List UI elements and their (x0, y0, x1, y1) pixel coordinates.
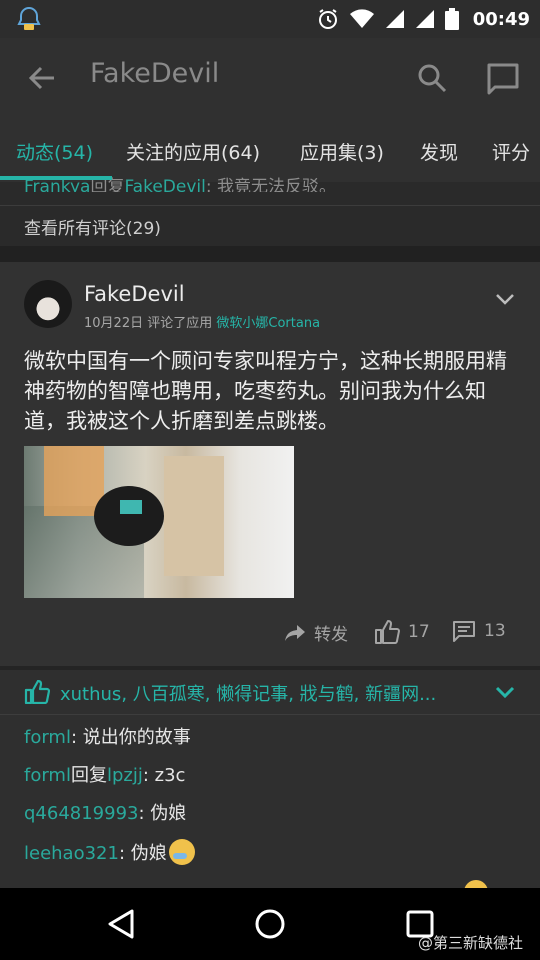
list-item: forml: 说出你的故事 (24, 723, 191, 749)
clock: 00:49 (472, 8, 530, 30)
app-link[interactable]: 微软小娜Cortana (216, 316, 320, 331)
like-count: 17 (408, 622, 430, 642)
wifi-icon (349, 9, 374, 28)
tab-activity[interactable]: 动态(54) (16, 138, 93, 165)
emoji-icon (168, 839, 195, 865)
chevron-down-icon[interactable] (494, 684, 516, 702)
post-card: FakeDevil 10月22日 评论了应用 微软小娜Cortana 微软中国有… (0, 262, 540, 666)
tab-ratings[interactable]: 评分 (492, 138, 530, 165)
comment-user[interactable]: q464819993 (24, 803, 139, 824)
comment-text: : 伪娘 (138, 803, 187, 824)
comment-text: : 伪娘 (118, 843, 167, 864)
comments-list: forml: 说出你的故事 forml回复lpzjj: z3c q4648199… (0, 715, 540, 889)
search-icon[interactable] (416, 62, 448, 94)
comment-user[interactable]: forml (24, 765, 71, 786)
signal-icon-2 (415, 10, 434, 28)
avatar[interactable] (24, 280, 72, 328)
navigation-bar: @第三新缺德社 (0, 888, 540, 960)
comment-count: 13 (484, 621, 506, 641)
post-action: 评论了应用 (147, 316, 213, 331)
share-icon (285, 624, 305, 641)
nav-back-icon[interactable] (106, 908, 136, 940)
list-item: q464819993: 伪娘 (24, 799, 186, 825)
alarm-icon (318, 9, 337, 29)
comment-text: : 说出你的故事 (70, 727, 191, 748)
comment-icon (453, 621, 475, 642)
thumbs-up-icon (375, 620, 400, 644)
divider (0, 205, 540, 206)
post-text: 微软中国有一个顾问专家叫程方宁，这种长期服用精神药物的智障也聘用，吃枣药丸。别问… (24, 349, 507, 433)
share-button[interactable]: 转发 (284, 620, 348, 645)
comment-text: : z3c (142, 765, 186, 786)
message-icon[interactable] (486, 62, 520, 96)
status-bar: 00:49 (0, 0, 540, 38)
card-separator (0, 246, 540, 262)
list-item: leehao321: 伪娘 (24, 839, 195, 865)
comment-user[interactable]: forml (24, 727, 71, 748)
page-title: FakeDevil (90, 58, 220, 89)
list-item: forml回复lpzjj: z3c (24, 761, 185, 787)
comment-target[interactable]: FakeDevil (124, 177, 205, 192)
see-all-comments-link[interactable]: 查看所有评论(29) (24, 214, 161, 239)
like-button[interactable]: 17 (374, 620, 430, 644)
battery-icon (444, 8, 459, 30)
comment-text: : 我竟无法反驳。 (205, 177, 336, 192)
post-actions: 转发 17 13 (0, 618, 540, 648)
post-author[interactable]: FakeDevil (84, 282, 185, 306)
comment-button[interactable]: 13 (452, 620, 506, 642)
previous-comment: Frankya回复FakeDevil: 我竟无法反驳。 (24, 172, 336, 192)
active-tab-indicator (0, 176, 112, 180)
chevron-down-icon[interactable] (494, 288, 516, 310)
tab-followed-apps[interactable]: 关注的应用(64) (126, 138, 260, 165)
share-label: 转发 (314, 625, 348, 645)
nav-home-icon[interactable] (254, 908, 286, 940)
post-date: 10月22日 (84, 316, 144, 331)
watermark: @第三新缺德社 (418, 934, 524, 952)
likers-list[interactable]: xuthus, 八百孤寒, 懒得记事, 戕与鹤, 新疆网... (60, 680, 480, 706)
comment-user[interactable]: leehao321 (24, 843, 119, 864)
app-bar: FakeDevil (0, 38, 540, 120)
signal-icon (385, 10, 404, 28)
notification-icon (17, 6, 41, 30)
tab-app-collections[interactable]: 应用集(3) (300, 138, 384, 165)
post-meta: 10月22日 评论了应用 微软小娜Cortana (84, 312, 320, 331)
thumbs-up-icon (24, 680, 50, 704)
likes-row[interactable]: xuthus, 八百孤寒, 懒得记事, 戕与鹤, 新疆网... (0, 670, 540, 714)
comment-target[interactable]: lpzjj (107, 765, 143, 786)
reply-word: 回复 (70, 765, 107, 786)
post-image[interactable] (24, 446, 294, 598)
tab-discover[interactable]: 发现 (420, 138, 458, 165)
back-arrow-icon[interactable] (26, 62, 58, 94)
